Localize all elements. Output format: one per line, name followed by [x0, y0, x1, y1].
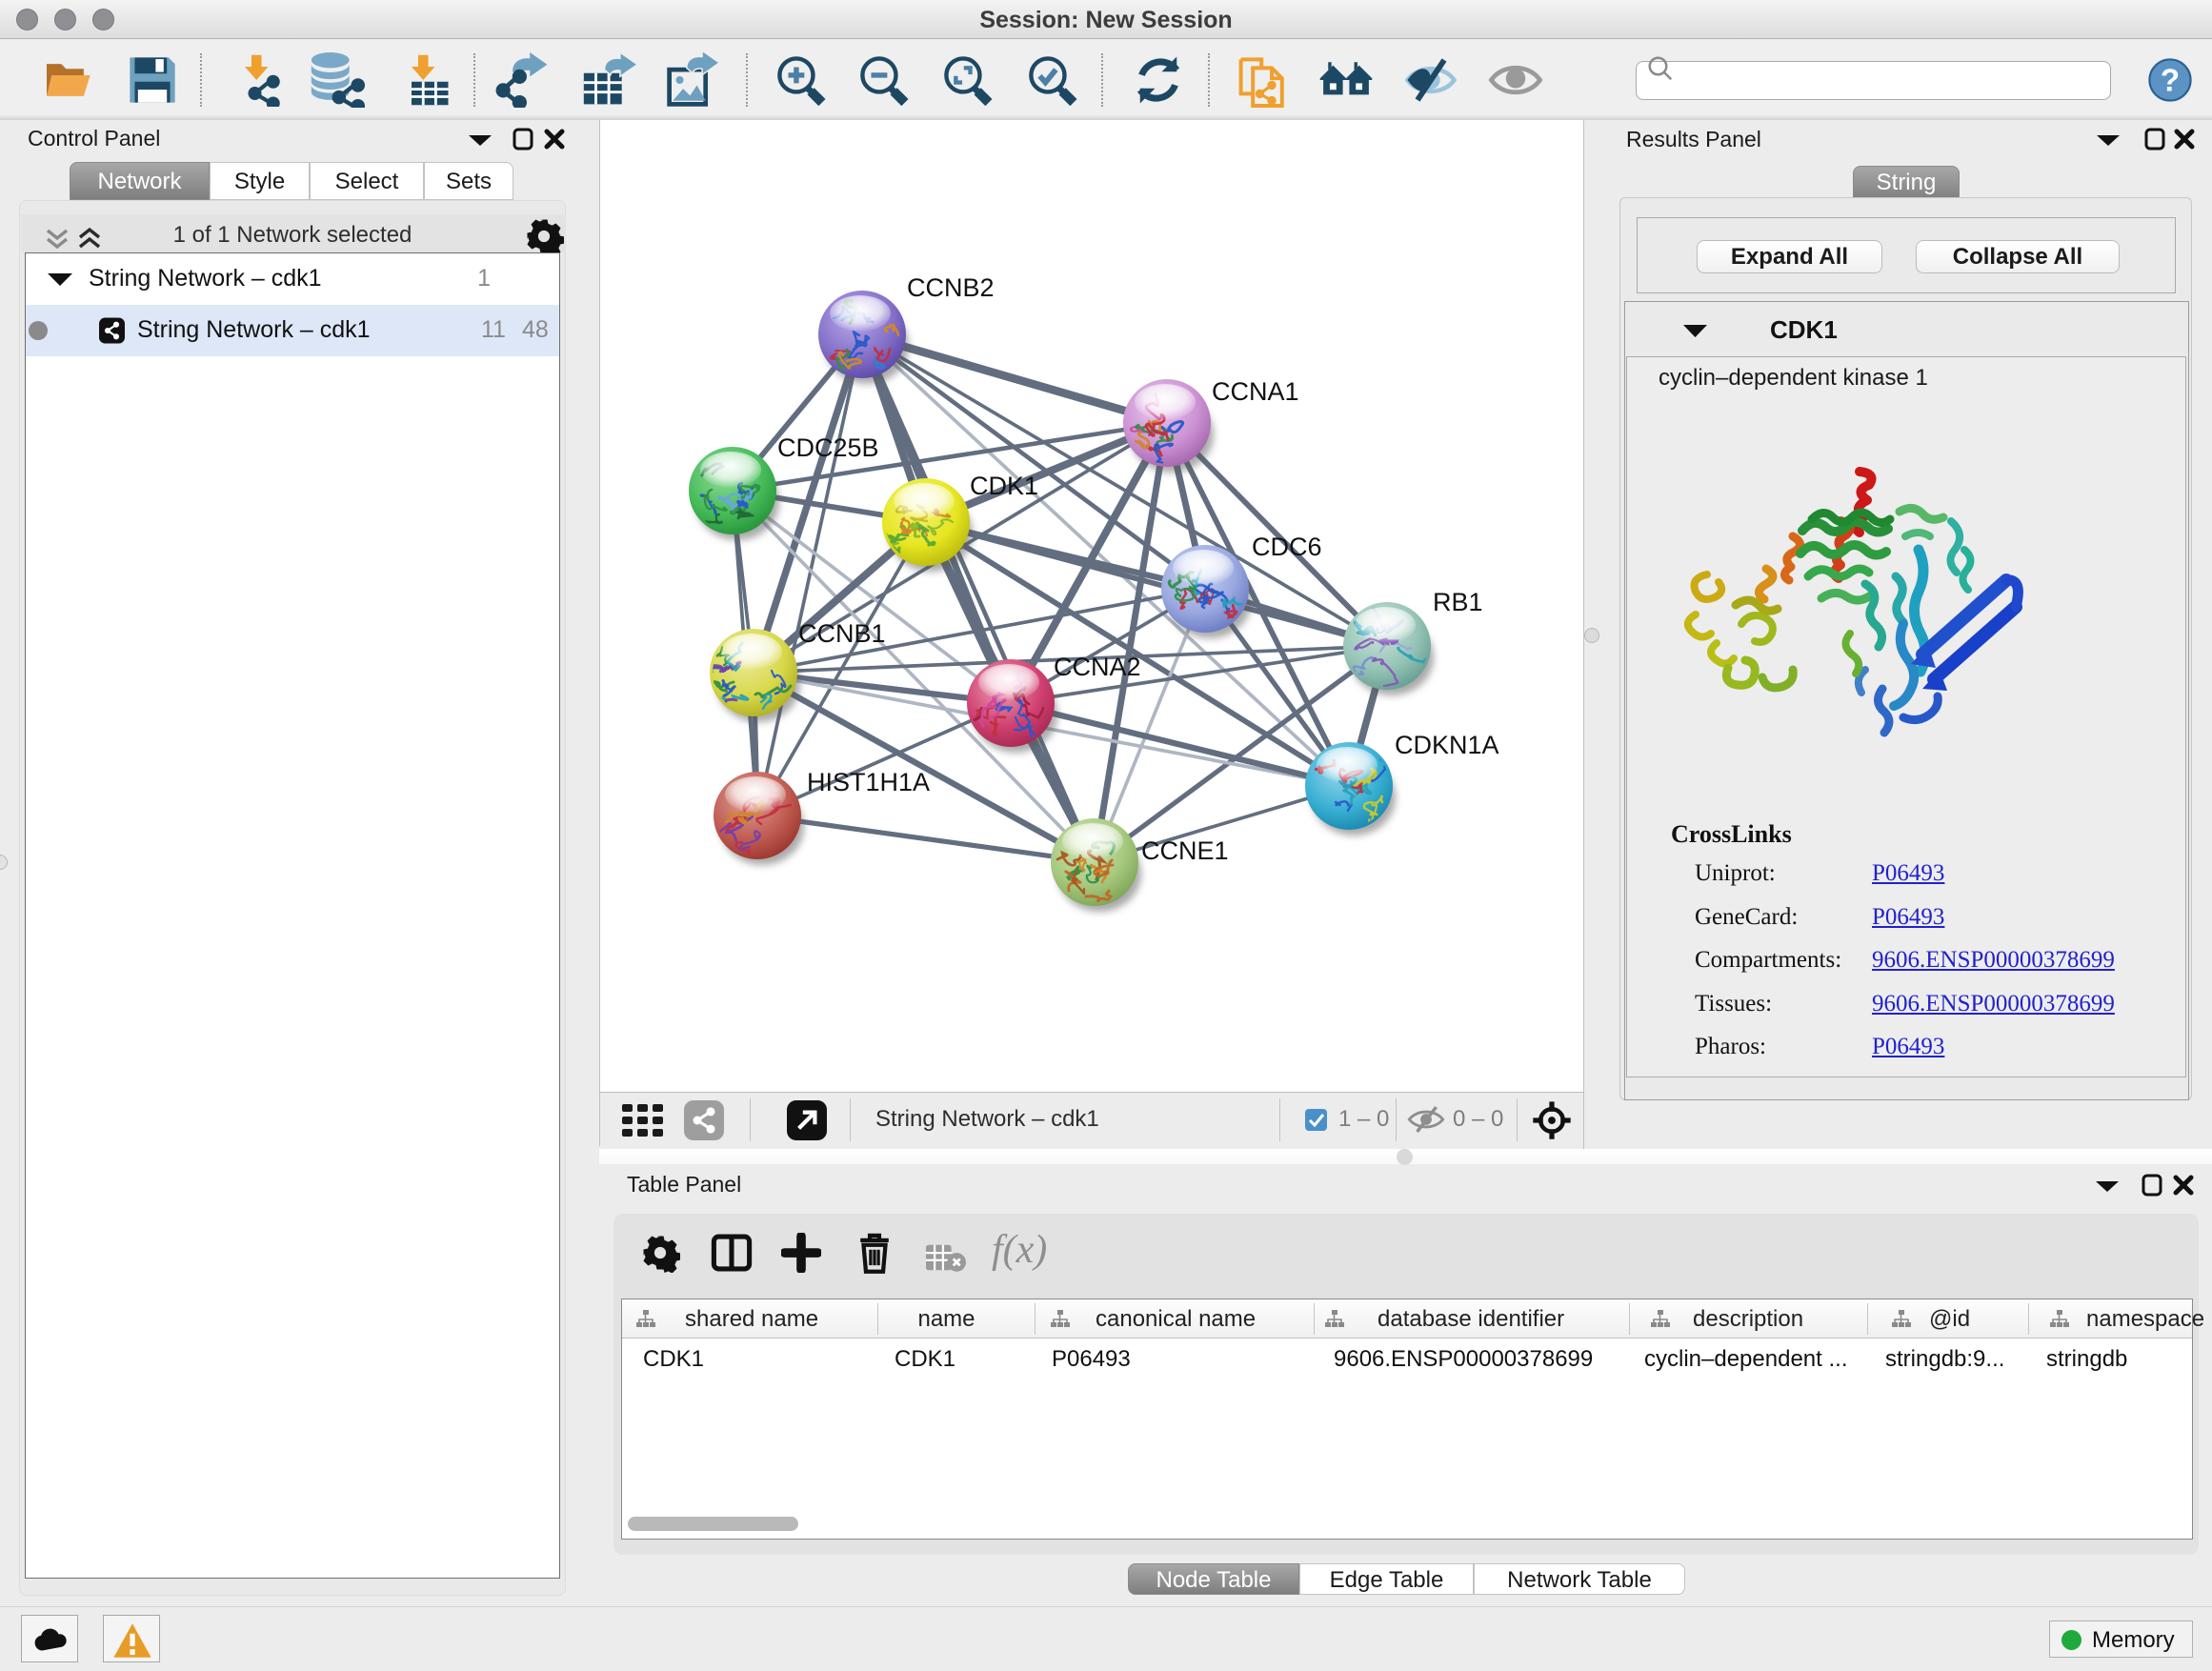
svg-text:CDC25B: CDC25B	[777, 433, 879, 462]
svg-text:HIST1H1A: HIST1H1A	[807, 768, 930, 796]
svg-text:CCNB2: CCNB2	[907, 273, 995, 302]
svg-text:CCNB1: CCNB1	[798, 619, 886, 648]
svg-text:CDK1: CDK1	[970, 472, 1038, 500]
svg-text:CCNE1: CCNE1	[1141, 836, 1229, 865]
svg-text:CCNA2: CCNA2	[1054, 653, 1141, 681]
svg-text:CDKN1A: CDKN1A	[1395, 731, 1499, 759]
svg-text:?: ?	[2161, 64, 2180, 99]
svg-text:CDC6: CDC6	[1252, 533, 1322, 561]
svg-text:RB1: RB1	[1433, 588, 1483, 616]
svg-text:CCNA1: CCNA1	[1212, 377, 1299, 406]
